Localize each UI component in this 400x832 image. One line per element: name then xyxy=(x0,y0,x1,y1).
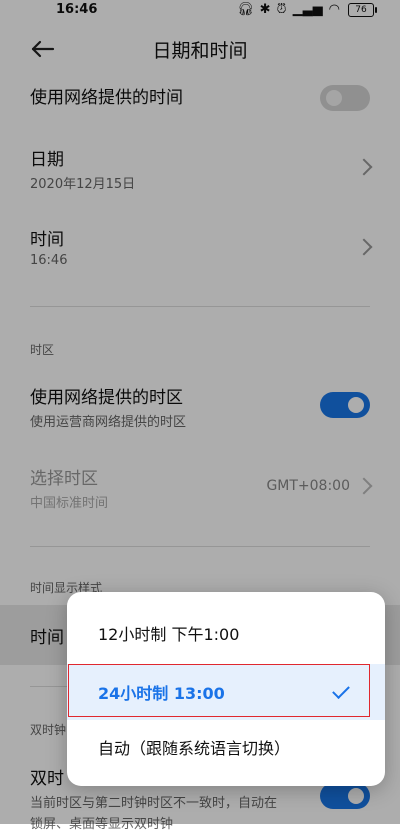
option-12-hour[interactable]: 12小时制 下午1:00 xyxy=(67,605,385,661)
option-auto[interactable]: 自动（跟随系统语言切换） xyxy=(67,719,385,775)
time-format-popup: 12小时制 下午1:00 24小时制 13:00 自动（跟随系统语言切换） xyxy=(67,592,385,786)
option-auto-label: 自动（跟随系统语言切换） xyxy=(98,739,291,758)
option-12-hour-label: 12小时制 下午1:00 xyxy=(98,625,240,644)
settings-screen: 16:46 🎧︎ ✱ ⏰︎ ▁▃▅ ◠ 76 日期和时间 使用网络提供的时间 日… xyxy=(0,0,400,832)
checkmark-icon xyxy=(332,681,350,700)
option-24-hour[interactable]: 24小时制 13:00 xyxy=(67,664,385,720)
option-24-hour-label: 24小时制 13:00 xyxy=(98,684,225,703)
